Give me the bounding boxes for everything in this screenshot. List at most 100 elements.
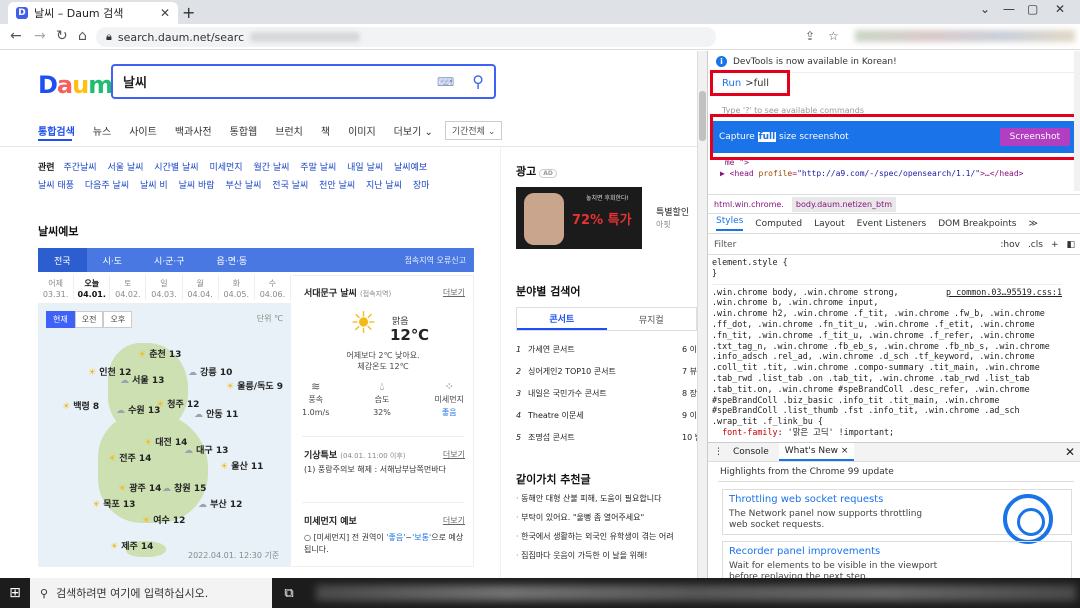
- forward-icon[interactable]: →: [34, 28, 46, 44]
- ad-image[interactable]: 놓치면 후회한다! 72% 특가: [516, 187, 642, 249]
- tab-book[interactable]: 책: [321, 123, 330, 138]
- related-link[interactable]: 내일 날씨: [347, 163, 383, 173]
- more-link[interactable]: 더보기: [443, 515, 465, 526]
- recommend-item[interactable]: 집집마다 웃음이 가득한 이 날을 위해!: [516, 546, 697, 565]
- tab-all[interactable]: 통합검색: [38, 123, 75, 138]
- related-link[interactable]: 날씨 비: [140, 181, 168, 191]
- tab-concert[interactable]: 콘서트: [517, 308, 607, 330]
- drawer-menu-icon[interactable]: ⋮: [714, 447, 723, 457]
- city-weather[interactable]: ☁ 창원 15: [162, 481, 206, 494]
- city-weather[interactable]: ☀ 광주 14: [118, 481, 161, 494]
- city-weather[interactable]: ☀ 백령 8: [62, 399, 99, 412]
- day-item[interactable]: 화 04.05.: [219, 275, 255, 300]
- update-card[interactable]: Recorder panel improvements Wait for ele…: [722, 541, 1072, 582]
- vertical-scrollbar[interactable]: [697, 51, 707, 578]
- computed-sidebar-icon[interactable]: ◧: [1066, 240, 1075, 250]
- keyboard-icon[interactable]: ⌨: [437, 75, 454, 89]
- related-link[interactable]: 시간별 날씨: [154, 163, 198, 173]
- tab-dom-breakpoints[interactable]: DOM Breakpoints: [938, 219, 1016, 229]
- mode-am[interactable]: 오전: [74, 311, 104, 328]
- city-weather[interactable]: ☀ 울산 11: [220, 459, 263, 472]
- recommend-item[interactable]: 동해안 대형 산불 피해, 도움이 필요합니다: [516, 489, 697, 508]
- related-link[interactable]: 전국 날씨: [272, 181, 308, 191]
- tab-musical[interactable]: 뮤지컬: [607, 308, 697, 330]
- close-drawer-icon[interactable]: ✕: [1065, 445, 1075, 459]
- region-city[interactable]: 시·군·구: [138, 254, 201, 267]
- hov-toggle[interactable]: :hov: [1000, 240, 1020, 250]
- region-province[interactable]: 시·도: [87, 254, 138, 267]
- city-weather[interactable]: ☀ 춘천 13: [138, 347, 181, 360]
- day-item[interactable]: 토 04.02.: [110, 275, 147, 300]
- card-title[interactable]: Recorder panel improvements: [729, 546, 880, 557]
- related-link[interactable]: 월간 날씨: [253, 163, 289, 173]
- share-icon[interactable]: ⇪: [805, 29, 815, 43]
- maximize-icon[interactable]: ▢: [1027, 2, 1038, 16]
- tab-web[interactable]: 통합웹: [230, 123, 258, 138]
- day-item[interactable]: 어제 03.31.: [38, 275, 75, 300]
- minimize-icon[interactable]: —: [1003, 2, 1015, 16]
- recommend-item[interactable]: 부탁이 있어요. "울뻥 좀 열어주세요": [516, 508, 697, 527]
- region-town[interactable]: 읍·면·동: [201, 254, 264, 267]
- stylesheet-link[interactable]: p_common.03…95519.css:1: [946, 287, 1062, 298]
- tab-encyclopedia[interactable]: 백과사전: [175, 123, 212, 138]
- update-card[interactable]: Throttling web socket requests The Netwo…: [722, 489, 1072, 544]
- related-link[interactable]: 부산 날씨: [225, 181, 261, 191]
- elements-tree[interactable]: me "> ▶ <head profile="http://a9.com/-/s…: [720, 157, 1070, 179]
- chevron-down-icon[interactable]: ⌄: [980, 2, 990, 16]
- city-weather[interactable]: ☀ 전주 14: [108, 451, 151, 464]
- tab-whats-new[interactable]: What's New ×: [778, 443, 855, 461]
- scroll-thumb[interactable]: [699, 91, 706, 141]
- crumb-body[interactable]: body.daum.netizen_btm: [791, 196, 897, 212]
- related-link[interactable]: 미세먼지: [209, 163, 242, 173]
- region-nationwide[interactable]: 전국: [38, 248, 87, 272]
- tab-event-listeners[interactable]: Event Listeners: [857, 219, 927, 229]
- tab-layout[interactable]: Layout: [814, 219, 845, 229]
- back-icon[interactable]: ←: [10, 28, 22, 44]
- city-weather[interactable]: ☀ 울릉/독도 9: [226, 379, 283, 392]
- city-weather[interactable]: ☁ 대구 13: [184, 443, 228, 456]
- browser-tab[interactable]: D 날씨 – Daum 검색 ✕: [8, 2, 178, 24]
- search-box[interactable]: 날씨 ⌨ ⚲: [111, 64, 496, 99]
- rank-item[interactable]: 4Theatre 이문세9 이은: [516, 405, 697, 427]
- city-weather[interactable]: ☁ 부산 12: [198, 497, 242, 510]
- tab-site[interactable]: 사이트: [129, 123, 157, 138]
- tab-computed[interactable]: Computed: [755, 219, 802, 229]
- related-link[interactable]: 지난 날씨: [366, 181, 402, 191]
- card-title[interactable]: Throttling web socket requests: [729, 494, 883, 505]
- daum-logo[interactable]: Daum: [38, 71, 113, 99]
- close-icon[interactable]: ✕: [160, 6, 170, 20]
- tab-brunch[interactable]: 브런치: [275, 123, 303, 138]
- more-tabs-icon[interactable]: ≫: [1028, 219, 1037, 229]
- filter-input[interactable]: Filter: [714, 240, 1000, 250]
- taskbar-search[interactable]: ⚲ 검색하려면 여기에 입력하십시오.: [30, 578, 272, 608]
- recommend-item[interactable]: 한국에서 생활하는 외국인 유학생이 겪는 어려: [516, 527, 697, 546]
- day-item-today[interactable]: 오늘 04.01.: [74, 275, 111, 300]
- windows-start-icon[interactable]: ⊞: [0, 585, 30, 601]
- city-weather[interactable]: ☁ 강릉 10: [188, 365, 232, 378]
- cls-toggle[interactable]: .cls: [1028, 240, 1043, 250]
- rank-item[interactable]: 3내일은 국민가수 콘서트8 장범: [516, 383, 697, 405]
- mode-pm[interactable]: 오후: [103, 311, 133, 328]
- tab-console[interactable]: Console: [733, 447, 769, 457]
- city-weather[interactable]: ☁ 수원 13: [116, 403, 160, 416]
- ad-link[interactable]: 특별할인: [656, 205, 689, 218]
- rank-item[interactable]: 5조명섭 콘서트10 범이: [516, 427, 697, 449]
- city-weather[interactable]: ☀ 목포 13: [92, 497, 135, 510]
- tab-styles[interactable]: Styles: [716, 216, 744, 231]
- related-link[interactable]: 다음주 날씨: [85, 181, 129, 191]
- bookmark-star-icon[interactable]: ☆: [828, 29, 839, 43]
- location-report-link[interactable]: 접속지역 오류신고: [405, 255, 466, 266]
- day-item[interactable]: 수 04.06.: [255, 275, 291, 300]
- related-link[interactable]: 주말 날씨: [300, 163, 336, 173]
- tab-image[interactable]: 이미지: [348, 123, 376, 138]
- related-link[interactable]: 장마: [413, 181, 430, 191]
- related-link[interactable]: 주간날씨: [63, 163, 96, 173]
- city-weather[interactable]: ☀ 제주 14: [110, 539, 153, 552]
- reload-icon[interactable]: ↻: [56, 28, 68, 44]
- tab-news[interactable]: 뉴스: [93, 123, 111, 138]
- city-weather[interactable]: ☁ 안동 11: [194, 407, 238, 420]
- devtools-scrollbar[interactable]: [1074, 51, 1080, 191]
- more-link[interactable]: 더보기: [443, 449, 465, 460]
- city-weather[interactable]: ☀ 대전 14: [144, 435, 187, 448]
- styles-pane[interactable]: element.style { } .win.chrome body, .win…: [712, 257, 1062, 438]
